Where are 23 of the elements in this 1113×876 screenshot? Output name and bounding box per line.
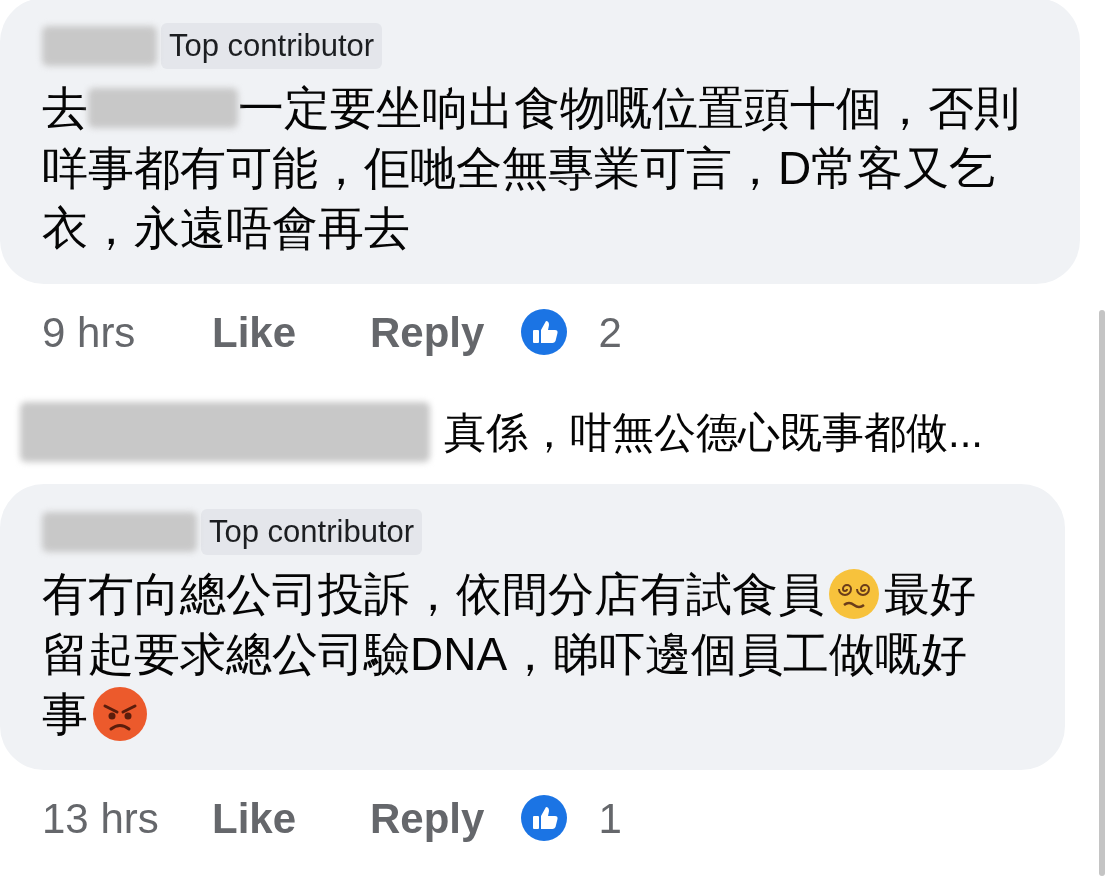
thumbs-up-icon (520, 308, 569, 356)
comment-text: 有冇向總公司投訴，依間分店有試食員 (42, 566, 824, 622)
comment-text: 咩事都有可能，佢哋全無專業可言，D常客又乞 (42, 140, 996, 196)
reaction-count: 2 (598, 307, 622, 358)
comment-text: 衣，永遠唔會再去 (42, 200, 410, 256)
comment-text: 事 (42, 686, 88, 742)
like-link[interactable]: Like (212, 786, 370, 850)
thumbs-up-icon (520, 794, 569, 842)
comment-text: 最好 (884, 566, 976, 622)
reply-link[interactable]: Reply (370, 300, 485, 364)
reply-link[interactable]: Reply (370, 786, 485, 850)
comment-time: 9 hrs (42, 307, 137, 358)
comment-time: 13 hrs (42, 793, 160, 844)
comment-text: 留起要求總公司驗DNA，睇吓邊個員工做嘅好 (42, 626, 968, 682)
comment-text: 一定要坐响出食物嘅位置頭十個，否則 (238, 80, 1020, 136)
reply-preview-text: 真係，咁無公德心既事都做... (444, 407, 983, 458)
like-link[interactable]: Like (212, 300, 370, 364)
top-contributor-badge: Top contributor (201, 509, 423, 555)
angry-face-icon (92, 686, 148, 742)
comment-text: 去 (42, 80, 88, 136)
dizzy-face-icon (828, 568, 880, 620)
top-contributor-badge: Top contributor (161, 23, 383, 69)
reaction-count: 1 (598, 793, 622, 844)
